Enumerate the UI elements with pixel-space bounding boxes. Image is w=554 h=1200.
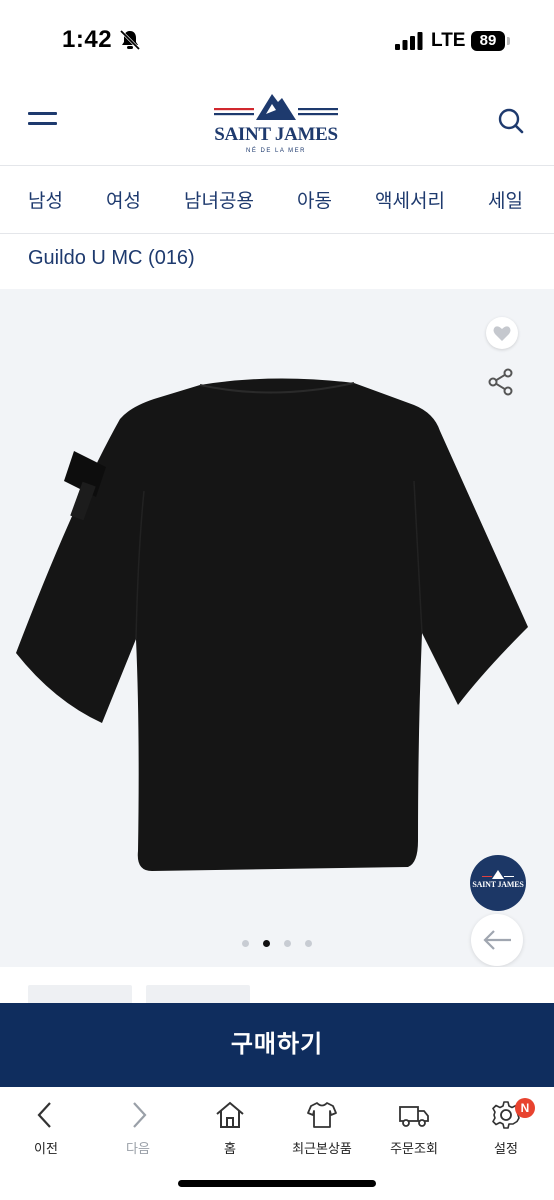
share-icon[interactable] xyxy=(486,367,516,397)
thumbnail[interactable] xyxy=(28,985,132,1005)
toolbar-forward[interactable]: 다음 xyxy=(92,1099,184,1161)
wishlist-button[interactable] xyxy=(486,317,518,349)
site-header: SAINT JAMES NÉ DE LA MER xyxy=(0,80,554,166)
slide-dot[interactable] xyxy=(284,940,291,947)
home-indicator xyxy=(178,1180,376,1187)
floating-back-button[interactable] xyxy=(471,914,523,966)
home-icon xyxy=(216,1101,244,1128)
brand-name: SAINT JAMES xyxy=(214,124,338,145)
chevron-right-icon xyxy=(133,1102,147,1128)
toolbar-label: 설정 xyxy=(494,1141,518,1156)
slide-indicator xyxy=(240,940,320,950)
nav-item-accessories[interactable]: 액세서리 xyxy=(375,186,445,213)
chevron-left-icon xyxy=(37,1102,51,1128)
nav-item-kids[interactable]: 아동 xyxy=(297,186,332,213)
slide-dot[interactable] xyxy=(242,940,249,947)
product-title: Guildo U MC (016) xyxy=(28,247,195,269)
toolbar-label: 최근본상품 xyxy=(292,1141,352,1156)
battery-level: 89 xyxy=(471,31,505,51)
product-gallery[interactable]: SAINT JAMES xyxy=(0,289,554,967)
nav-item-women[interactable]: 여성 xyxy=(106,186,141,213)
slide-dot[interactable] xyxy=(305,940,312,947)
toolbar-home[interactable]: 홈 xyxy=(184,1099,276,1161)
badge-brand-name: SAINT JAMES xyxy=(472,880,524,889)
heart-icon xyxy=(493,326,511,341)
thumbnail-strip xyxy=(0,967,554,1005)
nav-item-unisex[interactable]: 남녀공용 xyxy=(184,186,254,213)
hamburger-menu-icon[interactable] xyxy=(28,110,58,130)
brand-badge-button[interactable]: SAINT JAMES xyxy=(470,855,526,911)
toolbar-label: 주문조회 xyxy=(390,1141,438,1156)
arrow-left-icon xyxy=(483,930,511,950)
category-nav: 남성 여성 남녀공용 아동 액세서리 세일 xyxy=(0,166,554,234)
buy-button[interactable]: 구매하기 xyxy=(0,1003,554,1087)
toolbar-label: 이전 xyxy=(34,1141,58,1156)
status-bar: 1:42 LTE 89 xyxy=(0,0,554,80)
toolbar-label: 다음 xyxy=(126,1141,150,1156)
toolbar-recent[interactable]: 최근본상품 xyxy=(276,1099,368,1161)
bell-off-icon xyxy=(119,29,141,51)
toolbar-orders[interactable]: 주문조회 xyxy=(368,1099,460,1161)
thumbnail[interactable] xyxy=(146,985,250,1005)
toolbar-back[interactable]: 이전 xyxy=(0,1099,92,1161)
slide-dot-active[interactable] xyxy=(263,940,270,947)
toolbar-label: 홈 xyxy=(224,1141,236,1156)
tshirt-icon xyxy=(307,1102,337,1128)
nav-item-men[interactable]: 남성 xyxy=(28,186,63,213)
search-icon[interactable] xyxy=(496,106,526,136)
toolbar-settings[interactable]: N 설정 xyxy=(460,1098,552,1161)
notification-badge: N xyxy=(515,1098,535,1118)
status-time: 1:42 xyxy=(62,26,113,53)
product-image-tshirt xyxy=(16,378,528,871)
network-type: LTE xyxy=(431,30,466,51)
battery-tip xyxy=(507,37,510,45)
nav-item-sale[interactable]: 세일 xyxy=(488,186,523,213)
truck-icon xyxy=(399,1106,429,1127)
logo-mountain-mark xyxy=(214,94,338,120)
brand-tagline: NÉ DE LA MER xyxy=(245,148,306,154)
signal-icon xyxy=(395,32,423,50)
saint-james-logo[interactable]: SAINT JAMES NÉ DE LA MER xyxy=(206,88,346,158)
